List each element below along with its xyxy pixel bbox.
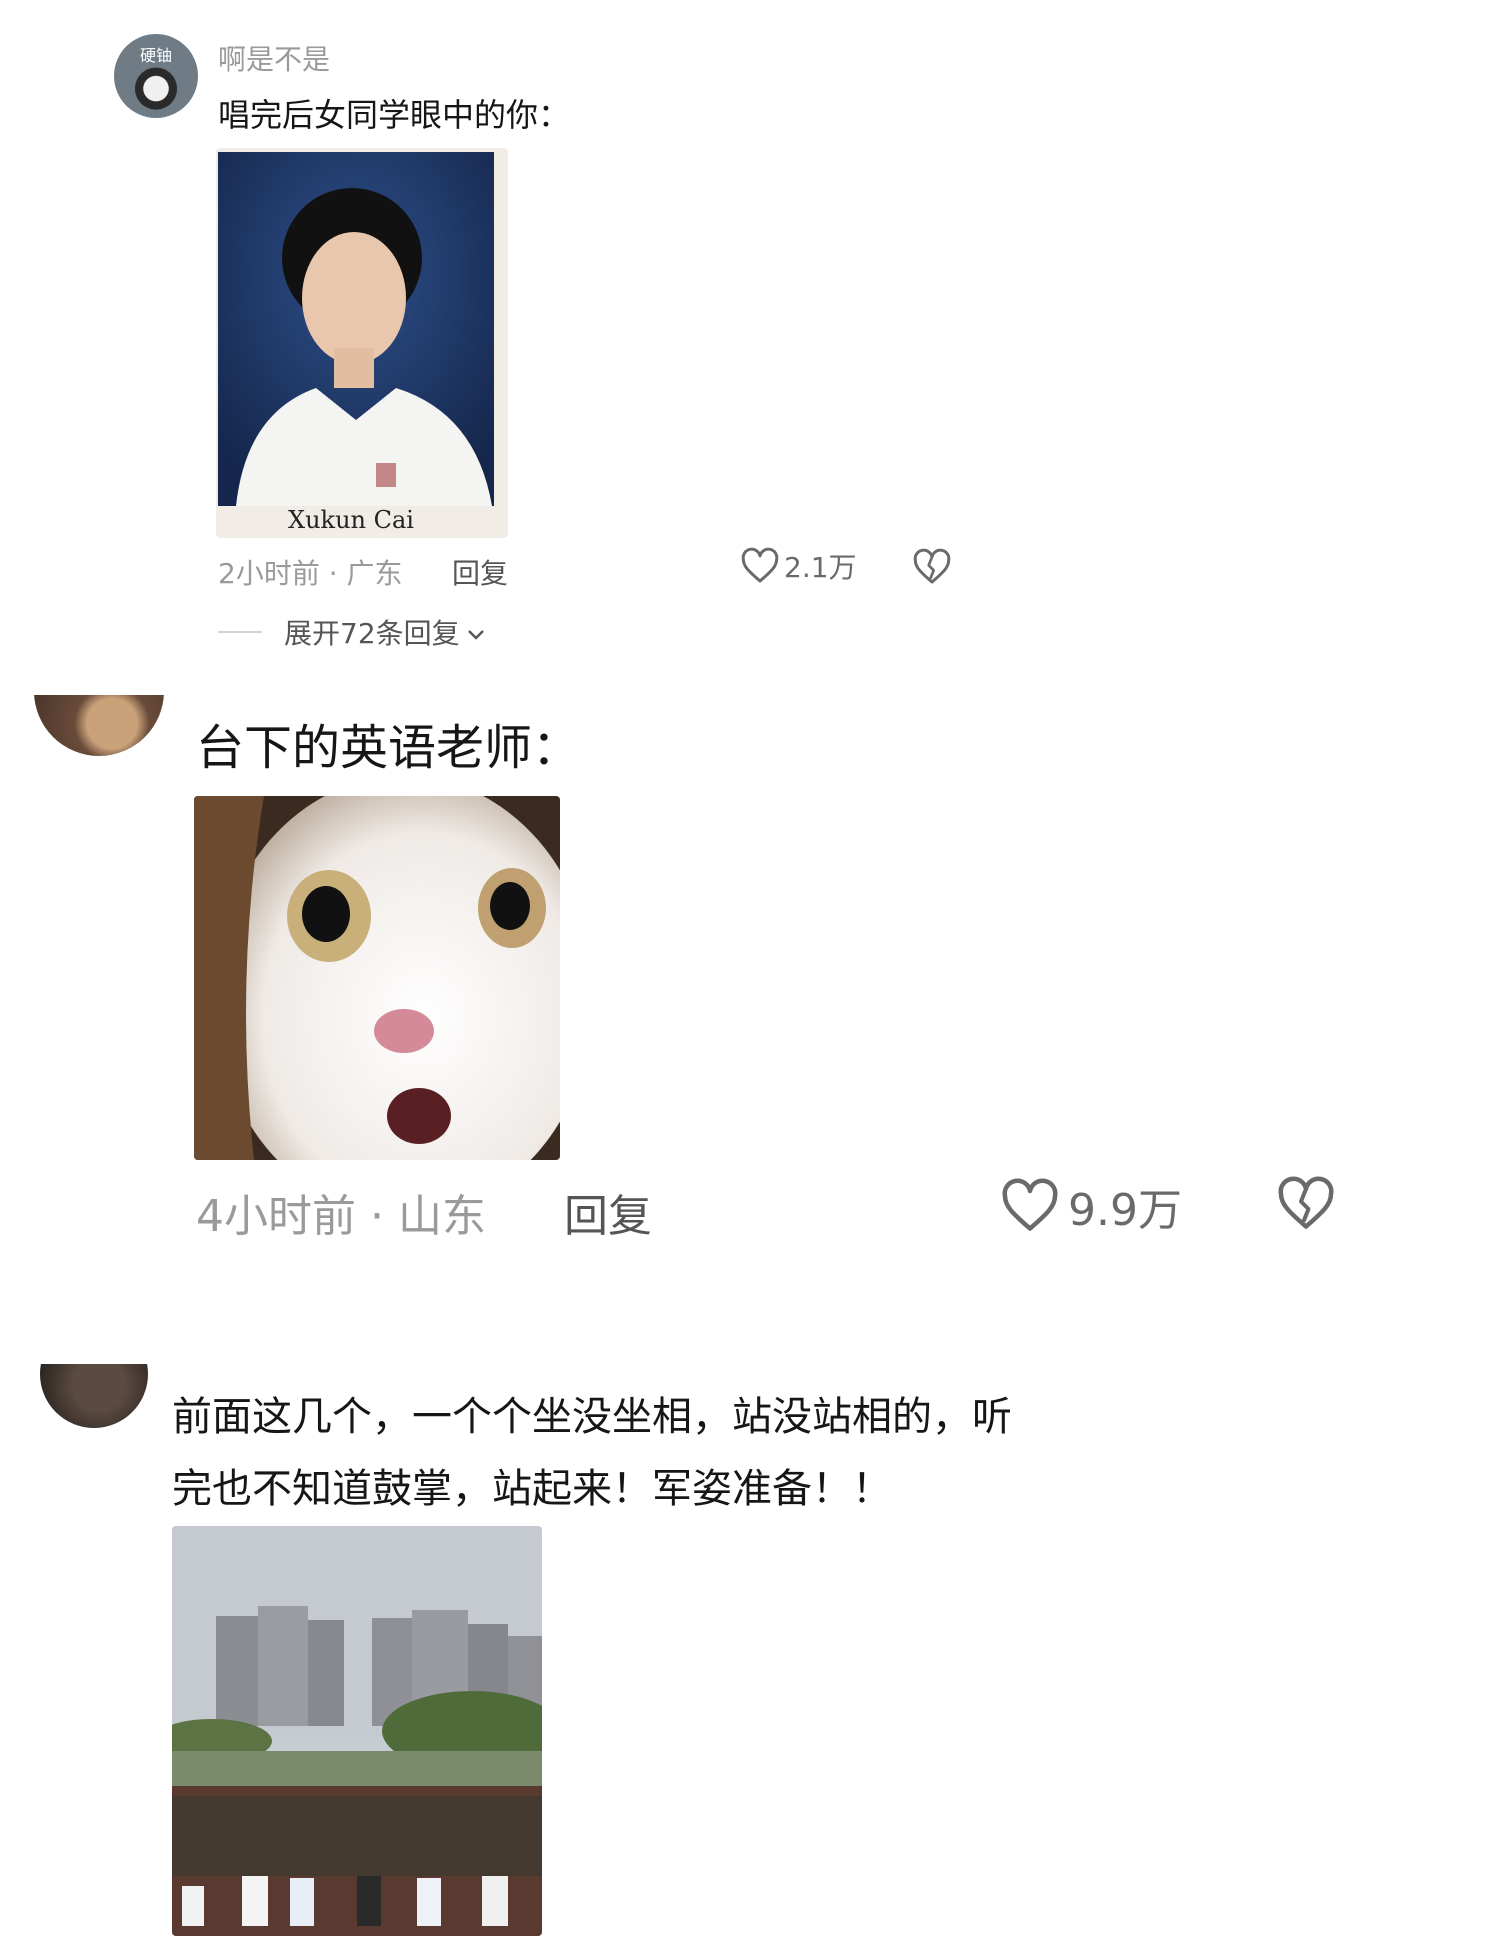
- comment-image[interactable]: [172, 1526, 542, 1936]
- dislike-button[interactable]: [912, 548, 952, 586]
- broken-heart-icon: [1276, 1176, 1336, 1232]
- comment-image[interactable]: [194, 796, 560, 1160]
- comment-meta: 4小时前 · 山东: [196, 1191, 486, 1242]
- heart-icon: [740, 547, 780, 585]
- chevron-down-icon: [466, 616, 486, 649]
- heart-icon: [1000, 1178, 1060, 1234]
- comment-text: 唱完后女同学眼中的你：: [218, 96, 571, 134]
- reply-button[interactable]: 回复: [452, 552, 508, 592]
- expand-replies-button[interactable]: 展开72条回复: [218, 612, 486, 652]
- avatar[interactable]: 硬铀: [114, 34, 198, 118]
- cat-photo: [194, 796, 560, 1160]
- comment-image[interactable]: Xukun Cai: [216, 148, 508, 538]
- comment-text-line-2: 完也不知道鼓掌，站起来！军姿准备！！: [172, 1466, 892, 1512]
- username[interactable]: 啊是不是: [218, 38, 330, 78]
- avatar-badge: 硬铀: [140, 46, 173, 65]
- reply-button[interactable]: 回复: [564, 1180, 652, 1244]
- like-button[interactable]: 9.9万: [1000, 1174, 1182, 1238]
- like-count: 9.9万: [1068, 1185, 1182, 1236]
- avatar[interactable]: [40, 1364, 148, 1428]
- dislike-button[interactable]: [1276, 1176, 1336, 1232]
- like-count: 2.1万: [784, 551, 857, 584]
- yearbook-photo: [218, 152, 494, 506]
- avatar[interactable]: [34, 695, 164, 756]
- comment-meta: 2小时前 · 广东: [218, 557, 403, 590]
- expand-replies-label: 展开72条回复: [284, 617, 460, 650]
- expand-divider-line: [218, 631, 262, 633]
- comment-text-line-1: 前面这几个，一个个坐没坐相，站没站相的，听: [172, 1394, 1012, 1440]
- comment-text: 台下的英语老师：: [196, 720, 581, 776]
- like-button[interactable]: 2.1万: [740, 546, 857, 586]
- image-caption: Xukun Cai: [288, 506, 414, 534]
- assembly-photo: [172, 1526, 542, 1936]
- broken-heart-icon: [912, 548, 952, 586]
